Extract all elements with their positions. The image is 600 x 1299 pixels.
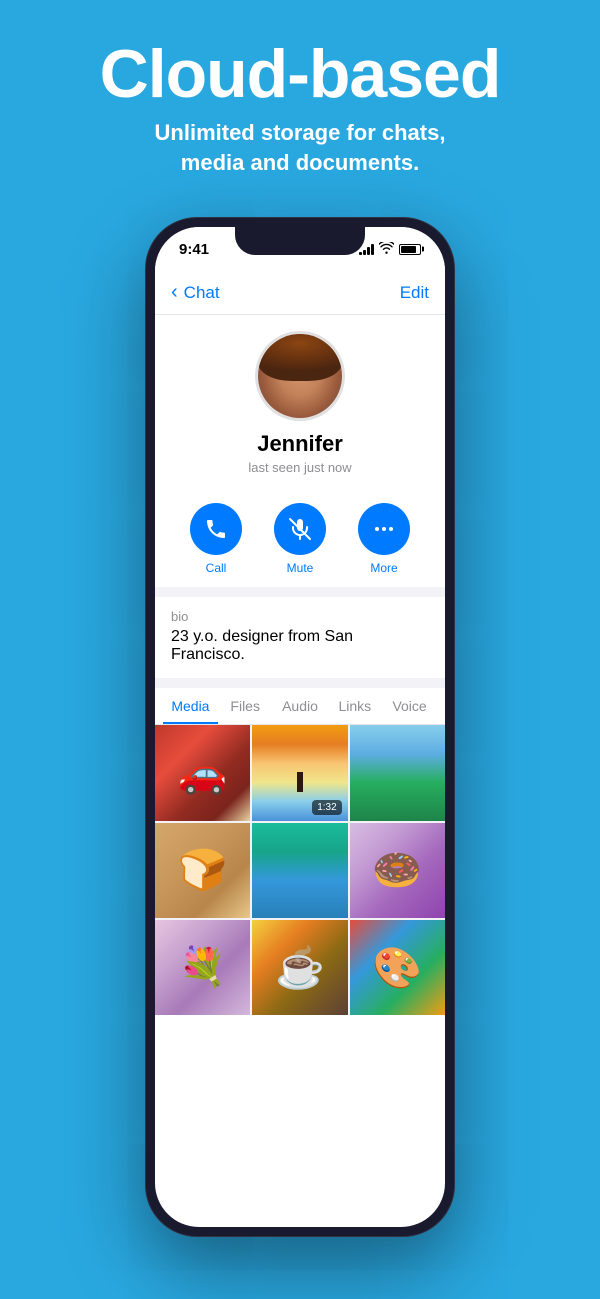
back-label: Chat (184, 283, 220, 303)
status-icons (359, 242, 421, 257)
avatar-image (258, 334, 342, 418)
signal-bar-1 (359, 252, 362, 255)
media-item-pool[interactable] (252, 823, 347, 918)
video-duration-badge: 1:32 (312, 800, 341, 815)
back-button[interactable]: ‹ Chat (171, 281, 220, 304)
tab-media[interactable]: Media (163, 688, 218, 724)
signal-bar-3 (367, 247, 370, 255)
media-image-donuts (350, 823, 445, 918)
hero-subtitle: Unlimited storage for chats,media and do… (20, 118, 580, 177)
media-item-beach[interactable]: 1:32 (252, 725, 347, 820)
edit-button[interactable]: Edit (400, 283, 429, 303)
avatar (255, 331, 345, 421)
more-action[interactable]: More (358, 503, 410, 575)
bio-section: bio 23 y.o. designer from San Francisco. (155, 597, 445, 678)
bio-text: 23 y.o. designer from San Francisco. (171, 628, 429, 664)
media-item-car[interactable] (155, 725, 250, 820)
call-label: Call (206, 561, 227, 575)
mute-label: Mute (287, 561, 314, 575)
media-item-mountain[interactable] (350, 725, 445, 820)
status-bar: 9:41 (155, 227, 445, 271)
mute-action[interactable]: Mute (274, 503, 326, 575)
media-image-paint (350, 920, 445, 1015)
profile-section: Jennifer last seen just now (155, 315, 445, 487)
tab-voice[interactable]: Voice (382, 688, 437, 724)
media-item-flowers[interactable] (155, 920, 250, 1015)
media-grid: 1:32 (155, 725, 445, 1015)
phone-shell: 9:41 (145, 217, 455, 1237)
hero-section: Cloud-based Unlimited storage for chats,… (0, 0, 600, 197)
media-image-mountain (350, 725, 445, 820)
signal-bar-4 (371, 244, 374, 255)
media-item-coffee[interactable] (252, 920, 347, 1015)
call-button[interactable] (190, 503, 242, 555)
media-image-toast (155, 823, 250, 918)
tabs-bar: Media Files Audio Links Voice (155, 688, 445, 725)
battery-icon (399, 244, 421, 255)
media-image-beach: 1:32 (252, 725, 347, 820)
more-label: More (370, 561, 397, 575)
tab-links[interactable]: Links (327, 688, 382, 724)
mute-button[interactable] (274, 503, 326, 555)
media-image-car (155, 725, 250, 820)
hero-title: Cloud-based (20, 40, 580, 108)
media-item-donuts[interactable] (350, 823, 445, 918)
tab-audio[interactable]: Audio (273, 688, 328, 724)
action-buttons: Call Mute (155, 487, 445, 587)
battery-fill (401, 246, 416, 253)
phone-inner: 9:41 (155, 227, 445, 1227)
divider-2 (155, 678, 445, 688)
notch (235, 227, 365, 255)
wifi-icon (379, 242, 394, 257)
profile-status: last seen just now (248, 460, 351, 475)
media-image-pool (252, 823, 347, 918)
media-item-toast[interactable] (155, 823, 250, 918)
status-time: 9:41 (179, 241, 209, 258)
tab-files[interactable]: Files (218, 688, 273, 724)
divider-1 (155, 587, 445, 597)
nav-bar: ‹ Chat Edit (155, 271, 445, 315)
more-button[interactable] (358, 503, 410, 555)
call-action[interactable]: Call (190, 503, 242, 575)
avatar-hair (258, 334, 342, 380)
media-image-flowers (155, 920, 250, 1015)
media-image-coffee (252, 920, 347, 1015)
signal-bar-2 (363, 250, 366, 255)
profile-name: Jennifer (257, 431, 343, 457)
phone-wrapper: 9:41 (0, 217, 600, 1237)
chevron-left-icon: ‹ (171, 281, 178, 304)
bio-label: bio (171, 609, 429, 624)
media-item-paint[interactable] (350, 920, 445, 1015)
